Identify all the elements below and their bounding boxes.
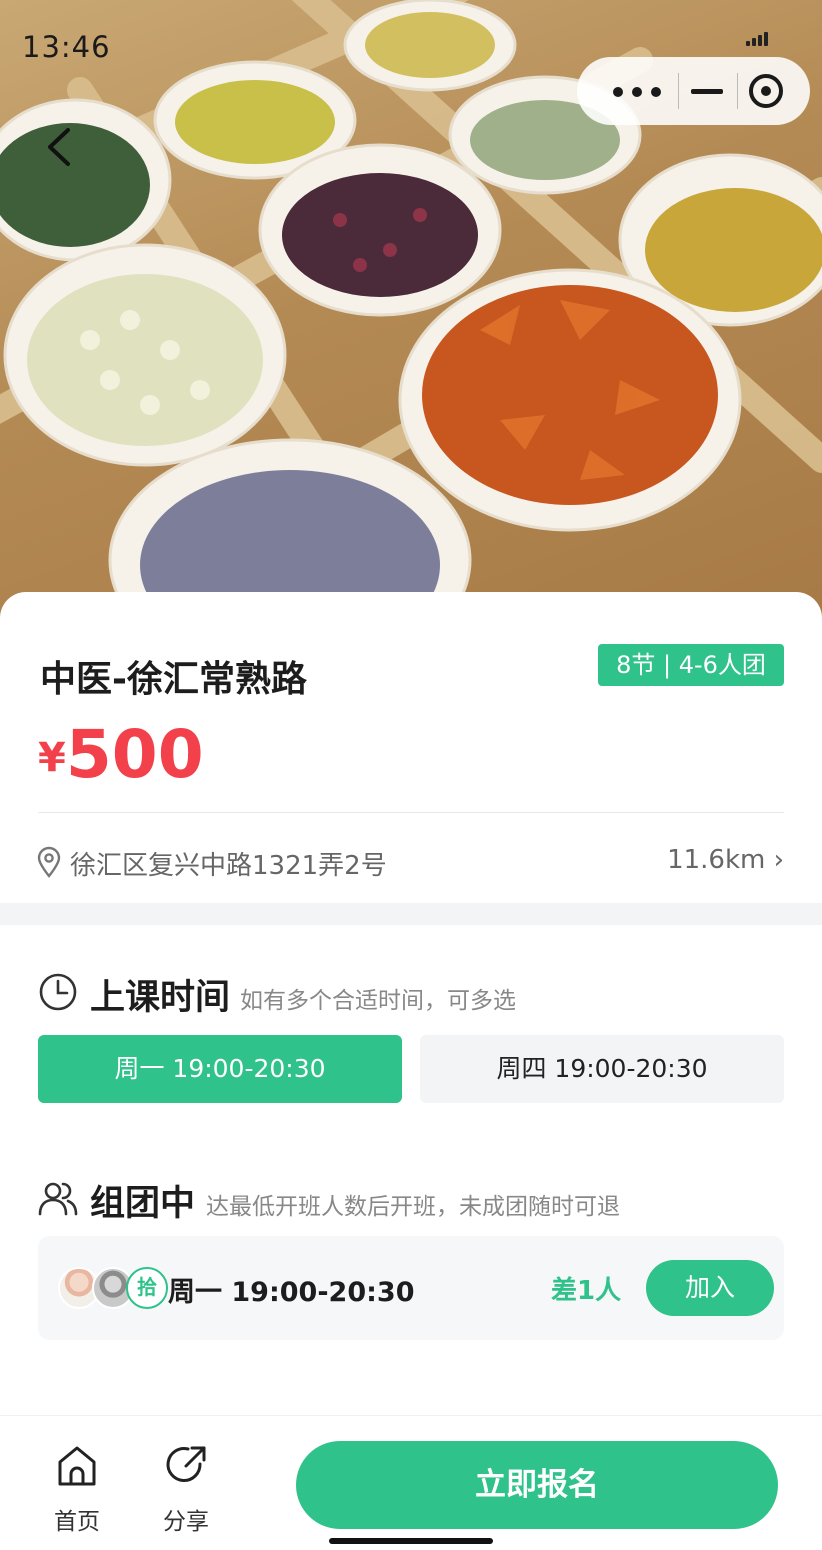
- group-subtitle: 达最低开班人数后开班，未成团随时可退: [206, 1194, 620, 1220]
- mini-program-capsule: [577, 57, 810, 125]
- clock-icon: [39, 973, 77, 1011]
- tab-share-label: 分享: [163, 1509, 209, 1535]
- group-item: 拾 周一 19:00-20:30 差1人 加入: [38, 1236, 784, 1340]
- tab-home-label: 首页: [54, 1509, 100, 1535]
- price-value: 500: [65, 716, 204, 793]
- schedule-card: 上课时间 如有多个合适时间，可多选 周一 19:00-20:30 周四 19:0…: [0, 925, 822, 1415]
- avatar: 拾: [126, 1267, 168, 1309]
- time-option-thursday[interactable]: 周四 19:00-20:30: [420, 1035, 784, 1103]
- share-icon: [166, 1446, 206, 1482]
- location-pin-icon: [37, 846, 61, 878]
- location-row[interactable]: 徐汇区复兴中路1321弄2号 11.6km ›: [36, 842, 784, 882]
- schedule-subtitle: 如有多个合适时间，可多选: [240, 988, 516, 1014]
- capsule-divider: [678, 73, 679, 109]
- join-button[interactable]: 加入: [646, 1260, 774, 1316]
- minimize-icon[interactable]: [691, 89, 723, 94]
- signal-icon: [746, 30, 768, 46]
- more-icon[interactable]: [613, 82, 661, 100]
- home-indicator: [329, 1538, 493, 1544]
- tab-share[interactable]: 分享: [146, 1444, 226, 1535]
- home-icon: [58, 1446, 96, 1486]
- group-time: 周一 19:00-20:30: [168, 1277, 415, 1308]
- course-tag-badge: 8节 | 4-6人团: [598, 644, 784, 686]
- location-address: 徐汇区复兴中路1321弄2号: [70, 851, 387, 881]
- course-price: ¥500: [38, 716, 204, 793]
- capsule-divider: [737, 73, 738, 109]
- status-time: 13:46: [22, 30, 111, 64]
- schedule-title: 上课时间: [90, 978, 231, 1018]
- bottom-bar: 首页 分享 立即报名: [0, 1415, 822, 1550]
- hero-image: 13:46: [0, 0, 822, 630]
- course-title: 中医-徐汇常熟路: [40, 659, 307, 700]
- tab-home[interactable]: 首页: [37, 1444, 117, 1535]
- course-info-card: 中医-徐汇常熟路 8节 | 4-6人团 ¥500 徐汇区复兴中路1321弄2号 …: [0, 592, 822, 903]
- currency-symbol: ¥: [38, 735, 66, 781]
- location-distance: 11.6km ›: [667, 845, 784, 875]
- schedule-header: 上课时间 如有多个合适时间，可多选: [38, 969, 798, 1018]
- group-lack-count: 差1人: [551, 1276, 622, 1306]
- group-header: 组团中 达最低开班人数后开班，未成团随时可退: [38, 1175, 798, 1224]
- chevron-left-icon: [48, 128, 70, 166]
- time-option-monday[interactable]: 周一 19:00-20:30: [38, 1035, 402, 1103]
- group-title: 组团中: [90, 1184, 196, 1224]
- signup-button[interactable]: 立即报名: [296, 1441, 778, 1529]
- divider: [38, 812, 784, 813]
- back-button[interactable]: [40, 122, 84, 172]
- close-target-icon[interactable]: [749, 74, 783, 108]
- users-icon: [38, 1182, 78, 1216]
